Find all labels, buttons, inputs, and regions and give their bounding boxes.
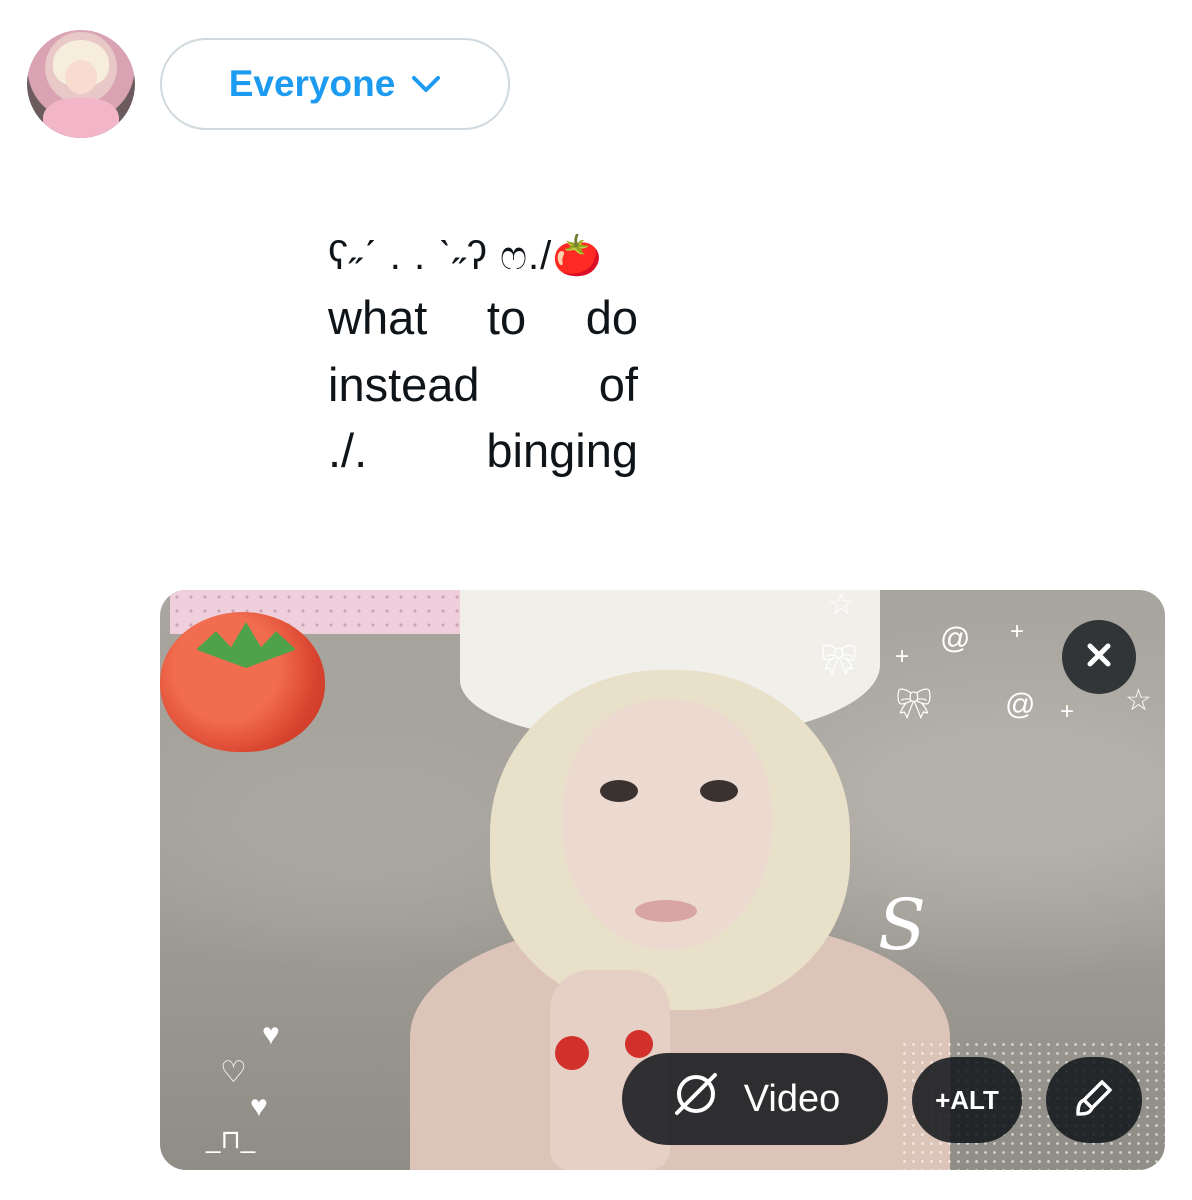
tomato-ring	[625, 1030, 653, 1058]
add-alt-text-button[interactable]: +ALT	[912, 1057, 1022, 1143]
post-line-3: ./. binging	[328, 418, 638, 485]
crochet-tomato	[160, 612, 325, 752]
avatar-shirt	[43, 98, 119, 138]
tomato-leaf	[196, 622, 296, 668]
script-s-icon: S	[878, 884, 926, 966]
spiral-icon: @	[940, 622, 971, 655]
heart-icon: ♥	[250, 1090, 268, 1123]
star-icon: ☆	[828, 590, 855, 621]
post-line-2: instead of	[328, 352, 638, 419]
bow-icon: 🎀︎	[895, 688, 934, 721]
audience-label: Everyone	[228, 63, 396, 104]
plus-icon: +	[1010, 618, 1025, 645]
spiral-icon: @	[1005, 688, 1036, 721]
alt-label: +ALT	[935, 1084, 999, 1115]
post-line-1: what to do	[328, 285, 638, 352]
heart-icon: ♥	[262, 1018, 280, 1051]
star-icon: ☆	[1125, 684, 1152, 717]
media-preview[interactable]: ☆ 🎀︎ 🎀︎ @ @ ☆ + + + S ♥ ♡ ♥ _⊓_ Video +A…	[160, 590, 1165, 1170]
audience-selector-button[interactable]: Everyone	[160, 38, 510, 130]
tomato-ring	[555, 1036, 589, 1070]
word: binging	[486, 424, 638, 478]
word: ./.	[328, 424, 368, 478]
paintbrush-icon	[1072, 1076, 1116, 1125]
edit-media-button[interactable]	[1046, 1057, 1142, 1143]
post-text-area[interactable]: ʕ˶ˊ . . ˋ˶ʔ ෆ./🍅 what to do instead of .…	[328, 228, 638, 485]
heart-outline-icon: ♡	[220, 1056, 247, 1089]
video-label: Video	[743, 1077, 841, 1120]
avatar[interactable]	[27, 30, 135, 138]
tomato-emoji: 🍅	[552, 234, 604, 278]
avatar-face	[65, 60, 97, 94]
plus-icon: +	[895, 643, 910, 670]
word: do	[585, 290, 638, 344]
bow-icon: 🎀︎	[820, 644, 859, 677]
platform-glyph: _⊓_	[206, 1124, 256, 1154]
kaomoji-text: ʕ˶ˊ . . ˋ˶ʔ ෆ./	[328, 234, 553, 278]
word: to	[486, 290, 527, 344]
word: instead	[328, 357, 480, 411]
close-icon	[1085, 641, 1113, 674]
video-button[interactable]: Video	[622, 1053, 888, 1145]
video-slash-icon	[670, 1068, 722, 1130]
word: what	[328, 290, 428, 344]
eye	[700, 780, 738, 802]
chevron-down-icon	[411, 74, 441, 94]
word: of	[598, 357, 638, 411]
post-line-kaomoji: ʕ˶ˊ . . ˋ˶ʔ ෆ./🍅	[328, 228, 638, 285]
lips	[635, 900, 697, 922]
plus-icon: +	[1060, 698, 1075, 725]
eye	[600, 780, 638, 802]
remove-media-button[interactable]	[1062, 620, 1136, 694]
